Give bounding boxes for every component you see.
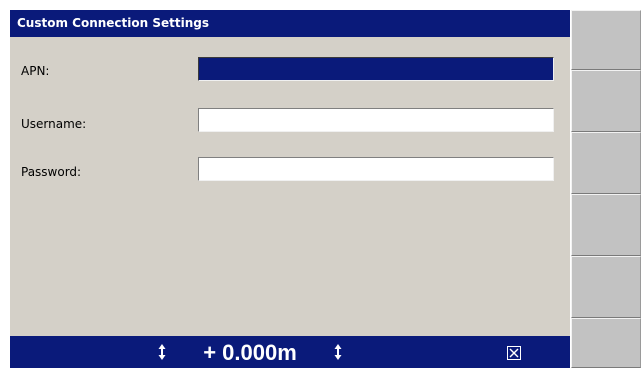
password-label: Password:	[21, 165, 82, 179]
password-field[interactable]	[198, 157, 554, 181]
softkey-4[interactable]	[571, 194, 641, 256]
softkey-1[interactable]	[571, 10, 641, 70]
screen: Custom Connection Settings APN: Username…	[0, 0, 641, 368]
softkey-3[interactable]	[571, 132, 641, 194]
softkey-column	[571, 10, 641, 368]
close-box-icon[interactable]	[507, 345, 521, 360]
softkey-2[interactable]	[571, 70, 641, 132]
apn-field[interactable]	[198, 57, 554, 81]
username-field[interactable]	[198, 108, 554, 132]
apn-label: APN:	[21, 64, 50, 78]
username-label: Username:	[21, 117, 87, 131]
status-bar: + 0.000m	[10, 336, 570, 368]
softkey-6[interactable]	[571, 318, 641, 368]
up-down-arrow-icon	[334, 343, 342, 361]
height-offset-value: + 0.000m	[203, 340, 297, 365]
title-bar: Custom Connection Settings	[10, 10, 570, 37]
up-down-arrow-icon	[158, 343, 166, 361]
settings-panel: Custom Connection Settings APN: Username…	[10, 10, 570, 368]
softkey-5[interactable]	[571, 256, 641, 318]
window-title: Custom Connection Settings	[17, 16, 209, 30]
